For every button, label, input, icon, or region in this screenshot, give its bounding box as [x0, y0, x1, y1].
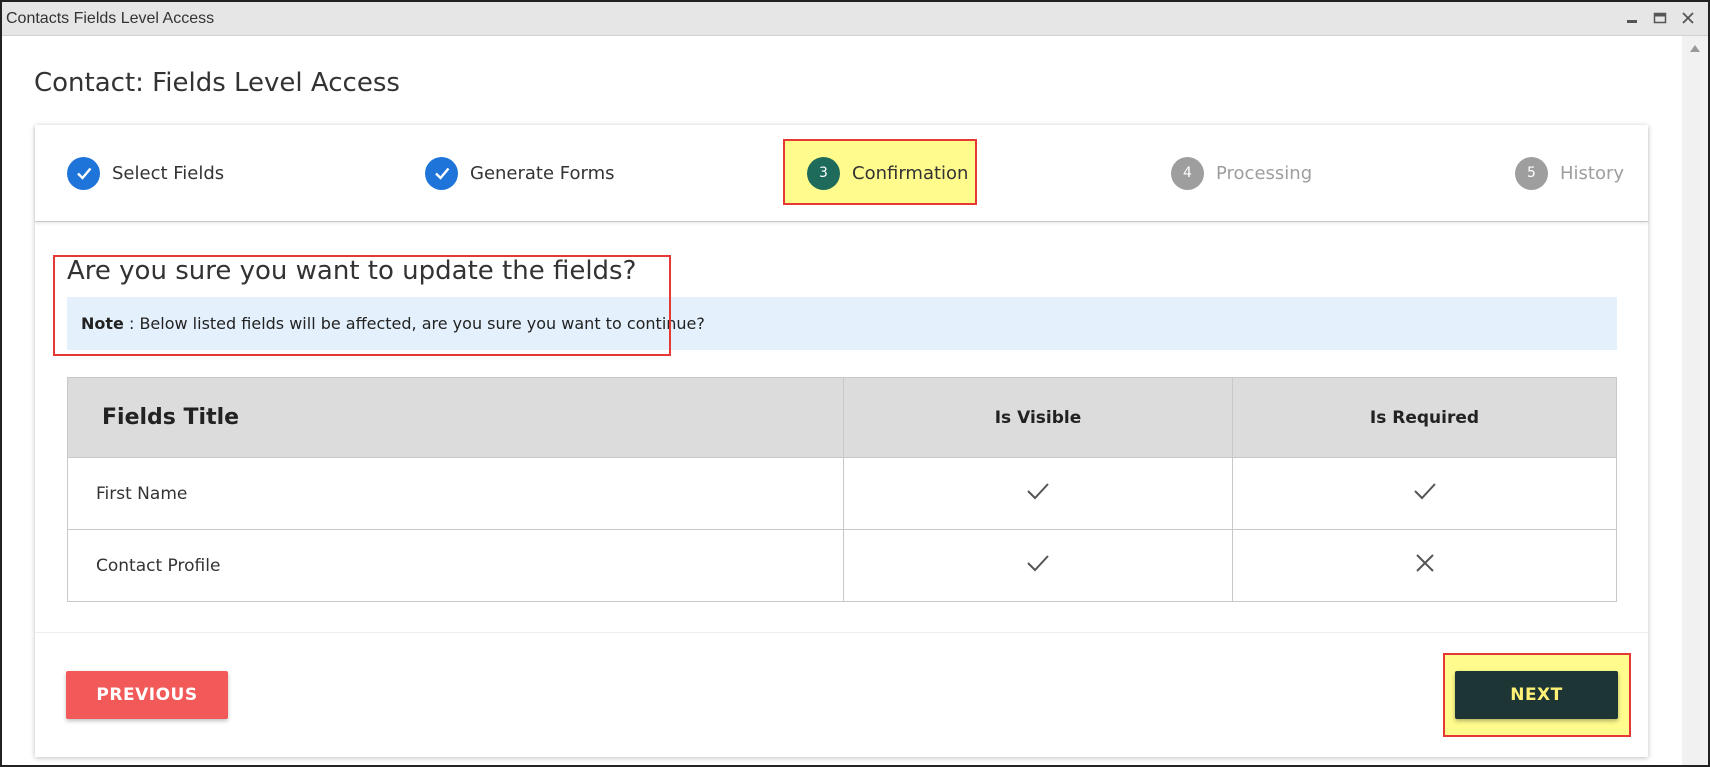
table-row: First Name	[67, 457, 1617, 530]
scroll-up-arrow-icon[interactable]	[1690, 45, 1700, 52]
title-bar: Contacts Fields Level Access	[2, 2, 1708, 36]
check-icon	[1025, 555, 1051, 579]
step-number: 5	[1515, 156, 1548, 190]
previous-button[interactable]: PREVIOUS	[66, 671, 228, 719]
check-circle-icon	[67, 156, 100, 190]
field-title-cell: First Name	[67, 457, 844, 530]
step-history[interactable]: 5 History	[1515, 156, 1624, 190]
minimize-icon[interactable]	[1622, 8, 1642, 28]
step-label: Select Fields	[112, 162, 225, 184]
window-title: Contacts Fields Level Access	[6, 10, 215, 27]
step-number: 4	[1171, 156, 1204, 190]
maximize-icon[interactable]	[1650, 8, 1670, 28]
question-highlight-box	[53, 255, 671, 356]
wizard-footer: PREVIOUS NEXT	[35, 632, 1648, 758]
step-label: History	[1560, 162, 1625, 184]
vertical-scrollbar[interactable]	[1682, 36, 1708, 765]
step-number: 3	[807, 156, 840, 190]
step-label: Generate Forms	[470, 162, 615, 184]
header-fields-title: Fields Title	[67, 377, 844, 458]
check-icon	[1025, 483, 1051, 507]
check-icon	[1412, 483, 1438, 507]
check-circle-icon	[425, 156, 458, 190]
header-is-required: Is Required	[1232, 377, 1617, 458]
close-icon[interactable]	[1678, 8, 1698, 28]
step-label: Confirmation	[852, 162, 969, 184]
field-title-cell: Contact Profile	[67, 529, 844, 602]
table-row: Contact Profile	[67, 529, 1617, 602]
step-label: Processing	[1216, 162, 1313, 184]
step-confirmation[interactable]: 3 Confirmation	[807, 156, 968, 190]
step-generate-forms[interactable]: Generate Forms	[425, 156, 615, 190]
stepper: Select Fields Generate Forms 3 Confirmat…	[35, 125, 1648, 222]
wizard-card: Select Fields Generate Forms 3 Confirmat…	[35, 125, 1648, 757]
affected-fields-table: Fields Title Is Visible Is Required Firs…	[67, 377, 1617, 602]
step-select-fields[interactable]: Select Fields	[67, 156, 224, 190]
page-title: Contact: Fields Level Access	[34, 68, 400, 98]
cross-icon	[1414, 554, 1436, 579]
step-processing[interactable]: 4 Processing	[1171, 156, 1312, 190]
header-is-visible: Is Visible	[843, 377, 1233, 458]
app-window: Contacts Fields Level Access Contact: Fi…	[0, 0, 1710, 767]
next-button[interactable]: NEXT	[1455, 671, 1618, 719]
table-header-row: Fields Title Is Visible Is Required	[67, 377, 1617, 458]
